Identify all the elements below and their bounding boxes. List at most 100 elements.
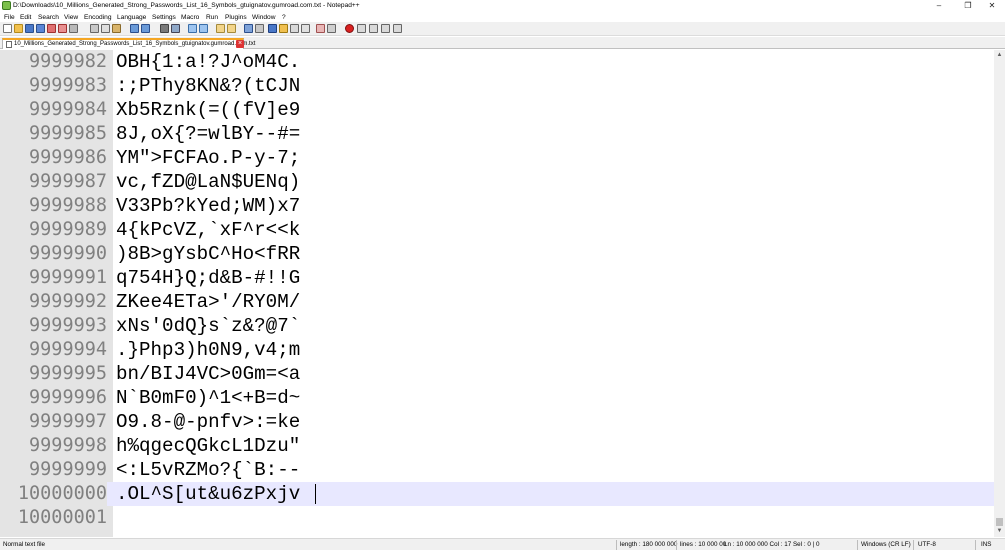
line-text[interactable]: .}Php3)h0N9,v4;m: [116, 338, 300, 362]
line-text[interactable]: 8J,oX{?=wlBY--#=: [116, 122, 300, 146]
line-text[interactable]: .OL^S[ut&u6zPxjv: [116, 482, 300, 506]
close-icon[interactable]: [47, 24, 56, 33]
line-text[interactable]: <:L5vRZMo?{`B:--: [116, 458, 300, 482]
line-number: 9999999: [0, 458, 107, 482]
text-caret: [315, 484, 316, 504]
status-file-type: Normal text file: [3, 541, 45, 548]
menu-window[interactable]: Window: [252, 14, 275, 21]
cut-icon[interactable]: [90, 24, 99, 33]
status-insert-mode: INS: [981, 541, 992, 548]
monitoring-icon[interactable]: [327, 24, 336, 33]
open-file-icon[interactable]: [14, 24, 23, 33]
save-icon[interactable]: [25, 24, 34, 33]
status-lines: lines : 10 000 00: [680, 541, 727, 548]
status-length: length : 180 000 000: [620, 541, 678, 548]
redo-icon[interactable]: [141, 24, 150, 33]
editor-line: 9999982 OBH{1:a!?J^oM4C.: [0, 50, 994, 74]
line-text[interactable]: 4{kPcVZ,`xF^r<<k: [116, 218, 300, 242]
line-number: 9999993: [0, 314, 107, 338]
stop-record-icon[interactable]: [357, 24, 366, 33]
close-all-icon[interactable]: [58, 24, 67, 33]
run-macro-multiple-icon[interactable]: [381, 24, 390, 33]
line-number: 9999991: [0, 266, 107, 290]
sync-horizontal-icon[interactable]: [227, 24, 236, 33]
tab-label: 10_Millions_Generated_Strong_Passwords_L…: [14, 41, 256, 47]
line-text[interactable]: YM">FCFAo.P-y-7;: [116, 146, 300, 170]
tab-close-icon[interactable]: ×: [236, 40, 244, 48]
save-macro-icon[interactable]: [393, 24, 402, 33]
menu-macro[interactable]: Macro: [181, 14, 199, 21]
menu-encoding[interactable]: Encoding: [84, 14, 112, 21]
restore-icon: ❐: [964, 1, 972, 10]
line-text[interactable]: O9.8-@-pnfv>:=ke: [116, 410, 300, 434]
menu-run[interactable]: Run: [206, 14, 218, 21]
line-number: 9999992: [0, 290, 107, 314]
play-macro-icon[interactable]: [369, 24, 378, 33]
show-all-chars-icon[interactable]: [255, 24, 264, 33]
line-text[interactable]: h%qgecQGkcL1Dzu": [116, 434, 300, 458]
folder-workspace-icon[interactable]: [316, 24, 325, 33]
sync-vertical-icon[interactable]: [216, 24, 225, 33]
editor-area[interactable]: 9999982 OBH{1:a!?J^oM4C. 9999983:;PThy8KN…: [0, 50, 994, 537]
line-number: 9999987: [0, 170, 107, 194]
line-text[interactable]: q754H}Q;d&B-#!!G: [116, 266, 300, 290]
menu-view[interactable]: View: [64, 14, 78, 21]
line-text[interactable]: V33Pb?kYed;WM)x7: [116, 194, 300, 218]
line-number: 9999996: [0, 386, 107, 410]
menu-language[interactable]: Language: [117, 14, 146, 21]
status-separator: [616, 540, 617, 550]
line-text[interactable]: N`B0mF0)^1<+B=d~: [116, 386, 300, 410]
menu-file[interactable]: File: [4, 14, 15, 21]
line-number: 9999986: [0, 146, 107, 170]
undo-icon[interactable]: [130, 24, 139, 33]
line-text[interactable]: ZKee4ETa>'/RY0M/: [116, 290, 300, 314]
line-text[interactable]: xNs'0dQ}s`z&?@7`: [116, 314, 300, 338]
paste-icon[interactable]: [112, 24, 121, 33]
editor-line: 9999996 N`B0mF0)^1<+B=d~: [0, 386, 994, 410]
replace-icon[interactable]: [171, 24, 180, 33]
print-icon[interactable]: [69, 24, 78, 33]
line-text[interactable]: Xb5Rznk(=((fV]e9: [116, 98, 300, 122]
menu-edit[interactable]: Edit: [20, 14, 31, 21]
editor-line: 9999998 h%qgecQGkcL1Dzu": [0, 434, 994, 458]
find-icon[interactable]: [160, 24, 169, 33]
scroll-thumb[interactable]: [996, 518, 1003, 526]
zoom-in-icon[interactable]: [188, 24, 197, 33]
menu-search[interactable]: Search: [38, 14, 59, 21]
editor-line: 9999986 YM">FCFAo.P-y-7;: [0, 146, 994, 170]
function-list-icon[interactable]: [301, 24, 310, 33]
minimize-button[interactable]: –: [926, 0, 952, 11]
editor-line: 9999987 vc,fZD@LaN$UENq): [0, 170, 994, 194]
editor-line: 9999997 O9.8-@-pnfv>:=ke: [0, 410, 994, 434]
line-text[interactable]: :;PThy8KN&?(tCJN: [116, 74, 300, 98]
close-window-button[interactable]: ✕: [979, 0, 1005, 11]
vertical-scrollbar[interactable]: ▲ ▼: [994, 50, 1005, 537]
menu-plugins[interactable]: Plugins: [225, 14, 247, 21]
indent-guide-icon[interactable]: [268, 24, 277, 33]
toolbar: [0, 22, 1005, 36]
line-text[interactable]: )8B>gYsbC^Ho<fRR: [116, 242, 300, 266]
copy-icon[interactable]: [101, 24, 110, 33]
status-separator: [975, 540, 976, 550]
menu-settings[interactable]: Settings: [152, 14, 176, 21]
zoom-out-icon[interactable]: [199, 24, 208, 33]
save-all-icon[interactable]: [36, 24, 45, 33]
text-file-icon: [6, 41, 12, 48]
document-map-icon[interactable]: [290, 24, 299, 33]
editor-line: 9999994 .}Php3)h0N9,v4;m: [0, 338, 994, 362]
tab-file[interactable]: 10_Millions_Generated_Strong_Passwords_L…: [2, 38, 255, 49]
line-text[interactable]: OBH{1:a!?J^oM4C.: [116, 50, 300, 74]
editor-line: 9999991 q754H}Q;d&B-#!!G: [0, 266, 994, 290]
restore-button[interactable]: ❐: [955, 0, 981, 11]
word-wrap-icon[interactable]: [244, 24, 253, 33]
new-file-icon[interactable]: [3, 24, 12, 33]
scroll-down-icon[interactable]: ▼: [994, 526, 1005, 537]
menu-help[interactable]: ?: [282, 14, 286, 21]
record-macro-icon[interactable]: [345, 24, 354, 33]
line-text[interactable]: bn/BIJ4VC>0Gm=<a: [116, 362, 300, 386]
line-number: 9999989: [0, 218, 107, 242]
user-language-icon[interactable]: [279, 24, 288, 33]
line-text[interactable]: vc,fZD@LaN$UENq): [116, 170, 300, 194]
editor-line: 9999989 4{kPcVZ,`xF^r<<k: [0, 218, 994, 242]
scroll-up-icon[interactable]: ▲: [994, 50, 1005, 61]
